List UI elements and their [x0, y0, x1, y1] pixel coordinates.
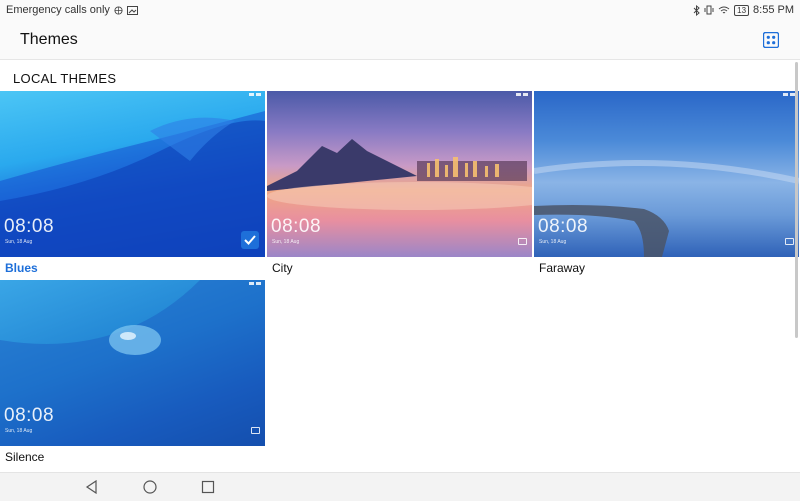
- thumb-clock: 08:08: [538, 216, 589, 237]
- section-title: LOCAL THEMES: [13, 71, 117, 86]
- image-notification-icon: [126, 5, 138, 15]
- thumb-clock: 08:08: [271, 216, 322, 237]
- thumb-date: Sun, 18 Aug: [272, 239, 300, 245]
- status-left: Emergency calls only: [6, 4, 138, 16]
- thumb-status: [249, 93, 261, 96]
- back-button[interactable]: [84, 480, 100, 494]
- thumb-date: Sun, 18 Aug: [539, 239, 567, 245]
- theme-thumbnail: 08:08 Sun, 18 Aug: [0, 280, 265, 446]
- vibrate-icon: [704, 5, 714, 15]
- camera-icon: [518, 238, 527, 245]
- thumb-date: Sun, 18 Aug: [5, 239, 33, 245]
- scrollbar[interactable]: [795, 62, 798, 338]
- home-button[interactable]: [142, 480, 158, 494]
- status-right: 13 8:55 PM: [693, 4, 794, 16]
- theme-card-city[interactable]: 08:08 Sun, 18 Aug City: [267, 91, 532, 279]
- recents-button[interactable]: [200, 480, 216, 494]
- page-title: Themes: [20, 30, 78, 48]
- battery-icon: 13: [734, 4, 750, 16]
- theme-name: Faraway: [539, 261, 586, 275]
- selected-check-icon: [241, 231, 259, 249]
- theme-thumbnail: 08:08 Sun, 18 Aug: [267, 91, 532, 257]
- thumb-clock: 08:08: [4, 405, 55, 426]
- globe-icon: [114, 5, 123, 15]
- theme-name: Silence: [5, 450, 45, 464]
- theme-card-faraway[interactable]: 08:08 Sun, 18 Aug Faraway: [534, 91, 799, 279]
- bluetooth-icon: [693, 4, 700, 16]
- theme-card-silence[interactable]: 08:08 Sun, 18 Aug Silence: [0, 280, 265, 468]
- theme-thumbnail: 08:08 Sun, 18 Aug: [0, 91, 265, 257]
- grid-layout-icon: [763, 31, 779, 48]
- recents-icon: [201, 480, 215, 494]
- thumb-status: [783, 93, 795, 96]
- status-time: 8:55 PM: [753, 4, 794, 16]
- wifi-icon: [718, 6, 730, 15]
- status-bar: Emergency calls only 13 8:55 PM: [0, 0, 800, 20]
- camera-icon: [785, 238, 794, 245]
- battery-level: 13: [737, 5, 747, 15]
- thumb-date: Sun, 18 Aug: [5, 428, 33, 434]
- navigation-bar: [0, 472, 800, 501]
- thumb-status: [516, 93, 528, 96]
- theme-thumbnail: 08:08 Sun, 18 Aug: [534, 91, 799, 257]
- camera-icon: [251, 427, 260, 434]
- theme-name: Blues: [5, 261, 38, 275]
- home-icon: [143, 480, 157, 494]
- grid-layout-button[interactable]: [762, 31, 780, 49]
- theme-card-blues[interactable]: 08:08 Sun, 18 Aug Blues: [0, 91, 265, 279]
- carrier-text: Emergency calls only: [6, 4, 110, 16]
- theme-name: City: [272, 261, 293, 275]
- app-header: Themes: [0, 20, 800, 60]
- back-icon: [85, 480, 97, 494]
- thumb-status: [249, 282, 261, 285]
- thumb-clock: 08:08: [4, 216, 55, 237]
